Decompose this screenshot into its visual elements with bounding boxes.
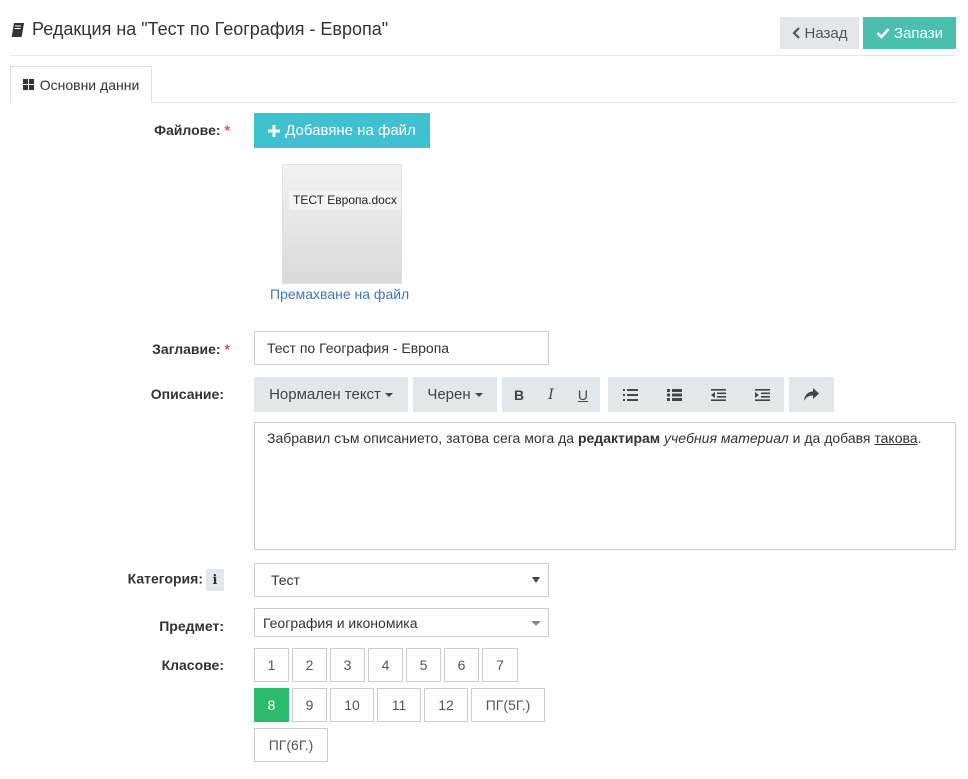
subject-select[interactable]: География и икономика — [254, 608, 549, 637]
category-label: Категория: i — [100, 569, 224, 591]
description-editor[interactable]: Забравил съм описанието, затова сега мог… — [254, 422, 956, 550]
grade-button-11[interactable]: 11 — [377, 688, 421, 722]
add-file-button[interactable]: Добавяне на файл — [254, 113, 430, 148]
page-header: Редакция на "Тест по География - Европа"… — [10, 0, 956, 56]
grade-button-10[interactable]: 10 — [330, 688, 374, 722]
back-button[interactable]: Назад — [780, 17, 859, 49]
book-icon — [11, 22, 24, 37]
list-ol-icon[interactable] — [666, 388, 682, 401]
description-text-1: Забравил съм описанието, затова сега мог… — [267, 430, 578, 446]
back-button-label: Назад — [804, 24, 848, 42]
caret-down-icon — [384, 393, 393, 398]
description-underline: такова — [874, 430, 918, 446]
bold-button[interactable]: B — [514, 387, 524, 403]
share-icon — [804, 388, 819, 401]
subject-label: Предмет: — [159, 618, 224, 634]
title-input-value: Тест по География - Европа — [267, 340, 450, 356]
grade-button-5[interactable]: 5 — [406, 648, 441, 682]
caret-down-icon — [531, 621, 541, 626]
th-large-icon — [22, 79, 34, 90]
tab-basic-data-label: Основни данни — [39, 76, 140, 93]
grade-button-pg5[interactable]: ПГ(5Г.) — [471, 688, 545, 722]
grade-button-pg6[interactable]: ПГ(6Г.) — [254, 728, 328, 762]
color-dropdown-label: Черен — [427, 386, 471, 403]
required-mark: * — [224, 122, 230, 138]
color-dropdown[interactable]: Черен — [413, 377, 497, 412]
file-thumbnail[interactable]: ТЕСТ Европа.docx — [282, 164, 402, 284]
title-label: Заглавие: * — [152, 341, 230, 357]
format-dropdown[interactable]: Нормален текст — [254, 377, 408, 412]
caret-down-icon — [532, 577, 540, 583]
description-italic: учебния материал — [664, 430, 789, 446]
save-button[interactable]: Запази — [863, 17, 956, 49]
remove-file-link[interactable]: Премахване на файл — [270, 286, 409, 302]
tab-bar: Основни данни — [10, 66, 956, 103]
category-select[interactable]: Тест — [254, 563, 549, 597]
chevron-left-icon — [791, 27, 800, 39]
grades-label: Класове: — [161, 657, 224, 673]
page-title: Редакция на "Тест по География - Европа" — [10, 19, 388, 40]
outdent-icon[interactable] — [710, 388, 726, 401]
list-group — [608, 377, 784, 412]
category-select-value: Тест — [271, 572, 300, 588]
file-name: ТЕСТ Европа.docx — [289, 191, 401, 210]
grade-button-4[interactable]: 4 — [368, 648, 403, 682]
text-style-group: B I U — [502, 377, 600, 412]
caret-down-icon — [474, 393, 483, 398]
plus-icon — [268, 124, 281, 137]
redo-button[interactable] — [789, 377, 834, 412]
check-icon — [876, 28, 890, 39]
list-ul-icon[interactable] — [622, 388, 638, 401]
grade-button-3[interactable]: 3 — [330, 648, 365, 682]
files-label: Файлове: * — [154, 122, 230, 138]
page-title-text: Редакция на "Тест по География - Европа" — [32, 19, 389, 39]
description-label: Описание: — [150, 386, 224, 402]
description-text-3: и да добавя — [788, 430, 875, 446]
title-input[interactable]: Тест по География - Европа — [254, 331, 549, 365]
info-icon[interactable]: i — [206, 569, 224, 591]
required-mark: * — [224, 341, 230, 357]
grade-button-1[interactable]: 1 — [254, 648, 289, 682]
tab-basic-data[interactable]: Основни данни — [10, 66, 152, 103]
indent-icon[interactable] — [754, 388, 770, 401]
format-dropdown-label: Нормален текст — [269, 386, 381, 403]
add-file-label: Добавяне на файл — [285, 122, 416, 139]
underline-button[interactable]: U — [578, 387, 588, 403]
subject-select-value: География и икономика — [263, 614, 418, 631]
grade-button-8[interactable]: 8 — [254, 688, 289, 722]
grade-button-9[interactable]: 9 — [292, 688, 327, 722]
italic-button[interactable]: I — [548, 387, 554, 403]
grade-button-6[interactable]: 6 — [444, 648, 479, 682]
grade-button-12[interactable]: 12 — [424, 688, 468, 722]
grade-button-7[interactable]: 7 — [482, 648, 518, 682]
grade-button-2[interactable]: 2 — [292, 648, 327, 682]
description-text-4: . — [917, 430, 922, 446]
save-button-label: Запази — [894, 24, 943, 42]
description-bold: редактирам — [577, 430, 661, 446]
